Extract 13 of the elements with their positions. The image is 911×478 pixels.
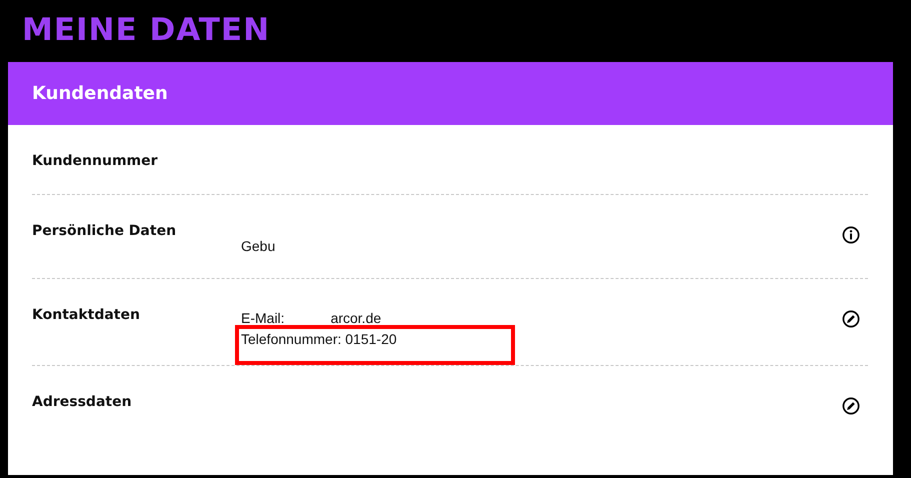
card-title: Kundendaten [32, 83, 168, 104]
field-value: E-Mail: [241, 310, 285, 326]
field-value: Telefonnummer: 0151-20 [241, 331, 397, 347]
pencil-icon[interactable] [842, 397, 860, 415]
field-value: Gebu [241, 238, 276, 254]
field-value: arcor.de [330, 310, 382, 326]
info-icon[interactable] [842, 226, 860, 244]
field-label: Adressdaten [32, 393, 133, 412]
page-title: MEINE DATEN [21, 11, 270, 50]
pencil-icon[interactable] [842, 310, 860, 328]
field-label: Kundennummer [32, 152, 159, 171]
field-label: Kontaktdaten [32, 306, 141, 325]
field-label: Persönliche Daten [32, 222, 178, 241]
